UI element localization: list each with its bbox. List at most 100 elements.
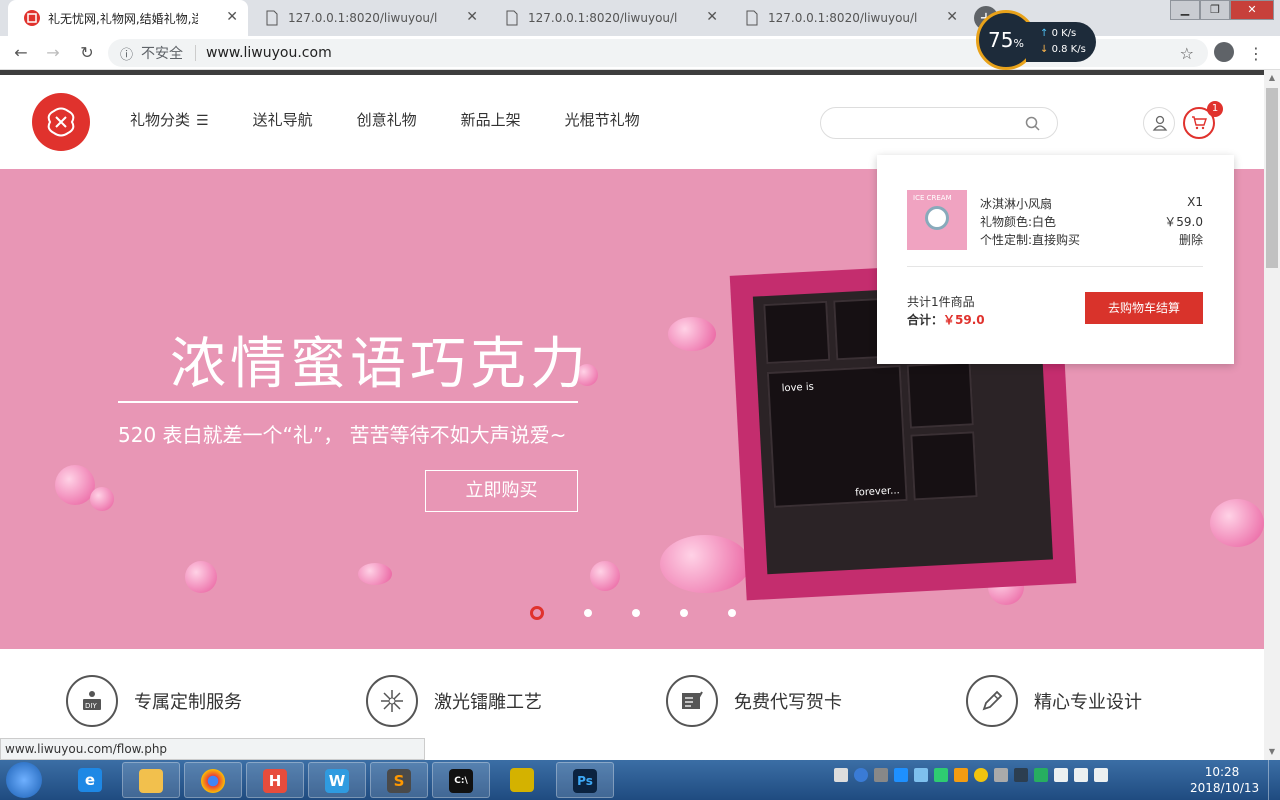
play-icon[interactable] xyxy=(934,768,948,782)
carousel-dot-3[interactable] xyxy=(632,609,640,617)
tray-app-icon[interactable] xyxy=(974,768,988,782)
buy-now-button[interactable]: 立即购买 xyxy=(425,470,578,512)
settings-icon[interactable] xyxy=(874,768,888,782)
reload-icon[interactable]: ↻ xyxy=(76,42,98,64)
tab-login-3[interactable]: 127.0.0.1:8020/liwuyou/loginC ✕ xyxy=(728,0,968,36)
carousel-dot-4[interactable] xyxy=(680,609,688,617)
taskbar-photoshop[interactable]: Ps xyxy=(556,762,614,798)
decor-bubble xyxy=(1210,499,1264,547)
diy-icon: DIY xyxy=(66,675,118,727)
show-desktop-button[interactable] xyxy=(1268,760,1280,800)
decor-bubble xyxy=(358,563,392,585)
taskbar-sublime[interactable]: S xyxy=(370,762,428,798)
profile-avatar-icon[interactable] xyxy=(1214,42,1234,62)
feature-label: 免费代写贺卡 xyxy=(734,692,842,713)
close-icon[interactable]: ✕ xyxy=(466,9,478,25)
bookmark-star-icon[interactable]: ☆ xyxy=(1180,44,1194,63)
info-icon[interactable]: ⓘ xyxy=(120,44,133,63)
download-arrow-icon: ↓ xyxy=(1040,44,1049,55)
close-icon[interactable]: ✕ xyxy=(706,9,718,25)
shopping-cart-button[interactable]: 1 xyxy=(1183,101,1223,139)
tray-app-icon[interactable] xyxy=(994,768,1008,782)
cart-count-badge: 1 xyxy=(1207,101,1223,117)
nav-gift-categories[interactable]: 礼物分类 ☰ xyxy=(130,109,209,130)
download-speed: 0.8 K/s xyxy=(1051,44,1086,55)
checkout-button[interactable]: 去购物车结算 xyxy=(1085,292,1203,324)
taskbar-explorer[interactable] xyxy=(122,762,180,798)
device-icon[interactable] xyxy=(1054,768,1068,782)
close-icon[interactable]: ✕ xyxy=(946,9,958,25)
taskbar-cmd[interactable]: C:\ xyxy=(432,762,490,798)
window-close-button[interactable]: ✕ xyxy=(1230,0,1274,20)
feature-free-card-writing[interactable]: 免费代写贺卡 xyxy=(666,675,842,727)
page-scrollbar[interactable]: ▲ ▼ xyxy=(1264,70,1280,760)
tray-app-icon[interactable] xyxy=(914,768,928,782)
scroll-down-arrow-icon[interactable]: ▼ xyxy=(1264,744,1280,760)
internet-explorer-icon: e xyxy=(78,768,102,792)
tab-liwuyou[interactable]: 礼无忧网,礼物网,结婚礼物,送女朋 ✕ xyxy=(8,0,248,36)
hbuilder-icon: H xyxy=(263,769,287,793)
scroll-thumb[interactable] xyxy=(1266,88,1278,268)
scroll-up-arrow-icon[interactable]: ▲ xyxy=(1264,70,1280,86)
bluetooth-icon[interactable] xyxy=(1014,768,1028,782)
cart-icon xyxy=(1192,116,1207,130)
product-text-love-is: love is xyxy=(781,381,815,395)
nav-new-arrivals[interactable]: 新品上架 xyxy=(461,109,521,130)
carousel-dot-1[interactable] xyxy=(530,606,544,620)
help-icon[interactable] xyxy=(854,768,868,782)
decor-bubble xyxy=(185,561,217,593)
feature-custom-service[interactable]: DIY 专属定制服务 xyxy=(66,675,242,727)
chocolate-piece xyxy=(906,361,974,429)
cart-item-image[interactable]: ICE CREAM xyxy=(907,190,967,250)
taskbar-ie[interactable]: e xyxy=(62,762,120,798)
close-icon[interactable]: ✕ xyxy=(226,9,238,25)
windows-taskbar: e H W S C:\ Ps 10:28 2018/10/13 xyxy=(0,760,1280,800)
tab-login-2[interactable]: 127.0.0.1:8020/liwuyou/loginC ✕ xyxy=(488,0,728,36)
volume-icon[interactable] xyxy=(1094,768,1108,782)
restore-button[interactable]: ❐ xyxy=(1200,0,1230,20)
taskbar-hbuilder[interactable]: H xyxy=(246,762,304,798)
taskbar-clock[interactable]: 10:28 2018/10/13 xyxy=(1190,764,1259,796)
cart-item-quantity: X1 xyxy=(1187,195,1203,209)
nav-gift-guide[interactable]: 送礼导航 xyxy=(253,109,313,130)
carousel-dot-2[interactable] xyxy=(584,609,592,617)
chocolate-piece xyxy=(910,431,978,501)
tray-app-icon[interactable] xyxy=(954,768,968,782)
site-logo[interactable] xyxy=(32,93,90,151)
back-arrow-icon[interactable]: ← xyxy=(10,42,32,64)
taskbar-chrome[interactable] xyxy=(184,762,242,798)
network-speed-widget[interactable]: 75% ↑ 0 K/s ↓ 0.8 K/s xyxy=(976,10,1096,70)
url-text[interactable]: www.liwuyou.com xyxy=(206,45,332,61)
more-menu-icon[interactable]: ⋮ xyxy=(1248,44,1264,63)
security-shield-icon[interactable] xyxy=(1034,768,1048,782)
taskbar-wps[interactable]: W xyxy=(308,762,366,798)
tab-login-1[interactable]: 127.0.0.1:8020/liwuyou/loginC ✕ xyxy=(248,0,488,36)
start-button[interactable] xyxy=(6,762,42,798)
minimize-button[interactable]: ▁ xyxy=(1170,0,1200,20)
tab-title: 127.0.0.1:8020/liwuyou/loginC xyxy=(768,11,918,25)
search-input[interactable] xyxy=(820,107,1058,139)
decor-bubble xyxy=(55,465,95,505)
network-tool-icon[interactable] xyxy=(894,768,908,782)
cart-item-name[interactable]: 冰淇淋小风扇 xyxy=(980,195,1052,212)
feature-laser-engraving[interactable]: 激光镭雕工艺 xyxy=(366,675,542,727)
clock-time: 10:28 xyxy=(1204,765,1240,779)
nav-creative-gifts[interactable]: 创意礼物 xyxy=(357,109,417,130)
chocolate-piece-large: love is forever... xyxy=(766,365,908,508)
feature-professional-design[interactable]: 精心专业设计 xyxy=(966,675,1142,727)
taskbar-app[interactable] xyxy=(494,762,552,798)
keyboard-icon[interactable] xyxy=(834,768,848,782)
forward-arrow-icon[interactable]: → xyxy=(42,42,64,64)
network-icon[interactable] xyxy=(1074,768,1088,782)
security-label: 不安全 xyxy=(141,46,184,62)
cart-divider xyxy=(907,266,1203,267)
banner-title: 浓情蜜语巧克力 xyxy=(170,332,590,397)
main-nav: 礼物分类 ☰ 送礼导航 创意礼物 新品上架 光棍节礼物 xyxy=(130,109,684,130)
carousel-dot-5[interactable] xyxy=(728,609,736,617)
decor-bubble xyxy=(660,535,750,593)
cart-item-price: ￥59.0 xyxy=(1164,215,1203,229)
user-account-button[interactable] xyxy=(1143,107,1175,139)
nav-singles-day-gifts[interactable]: 光棍节礼物 xyxy=(565,109,640,130)
folder-icon xyxy=(139,769,163,793)
cart-item-delete-link[interactable]: 删除 xyxy=(1179,231,1203,248)
